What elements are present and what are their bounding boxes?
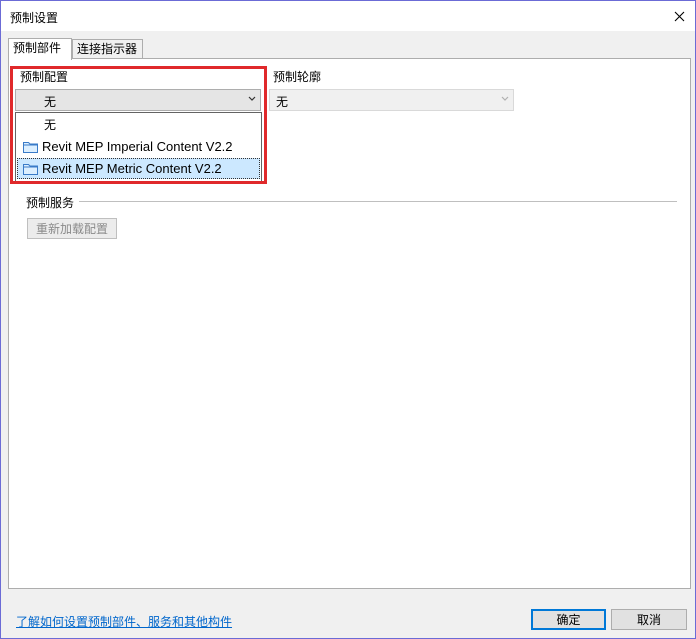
group-divider (79, 201, 677, 202)
fab-profile-select[interactable]: 无 (269, 89, 514, 111)
chevron-down-icon (501, 96, 509, 101)
tab-label: 连接指示器 (77, 42, 138, 56)
fab-profile-label: 预制轮廓 (273, 70, 322, 84)
dropdown-option-none[interactable]: 无 (17, 114, 260, 135)
tab-connection-indicators[interactable]: 连接指示器 (72, 39, 143, 59)
dropdown-option-imperial[interactable]: Revit MEP Imperial Content V2.2 (17, 136, 260, 157)
ok-button[interactable]: 确定 (531, 609, 606, 630)
title-bar: 预制设置 (1, 1, 695, 31)
close-button[interactable] (667, 4, 691, 28)
ok-label: 确定 (556, 613, 581, 627)
dialog-window: 预制设置 预制部件 连接指示器 预制配置 无 无 Revit MEP Imper… (0, 0, 696, 639)
option-label: 无 (44, 118, 57, 132)
fab-config-value: 无 (44, 95, 57, 109)
reload-config-label: 重新加载配置 (35, 222, 108, 236)
tab-label: 预制部件 (13, 41, 62, 55)
fab-profile-value: 无 (276, 95, 289, 109)
fab-service-label: 预制服务 (26, 196, 75, 210)
cancel-label: 取消 (636, 613, 661, 627)
option-label: Revit MEP Metric Content V2.2 (42, 161, 222, 176)
folder-icon (23, 163, 38, 175)
cancel-button[interactable]: 取消 (611, 609, 687, 630)
dialog-title: 预制设置 (10, 11, 59, 25)
help-link[interactable]: 了解如何设置预制部件、服务和其他构件 (16, 613, 232, 630)
reload-config-button[interactable]: 重新加载配置 (27, 218, 117, 239)
fab-config-select[interactable]: 无 (15, 89, 261, 111)
chevron-down-icon (248, 96, 256, 101)
tab-fabrication-parts[interactable]: 预制部件 (8, 38, 72, 60)
close-icon (674, 11, 684, 21)
dropdown-option-metric[interactable]: Revit MEP Metric Content V2.2 (17, 158, 260, 179)
folder-icon (23, 141, 38, 153)
fab-config-label: 预制配置 (20, 70, 69, 84)
option-label: Revit MEP Imperial Content V2.2 (42, 139, 233, 154)
fab-config-dropdown: 无 Revit MEP Imperial Content V2.2 Revit … (15, 112, 262, 182)
